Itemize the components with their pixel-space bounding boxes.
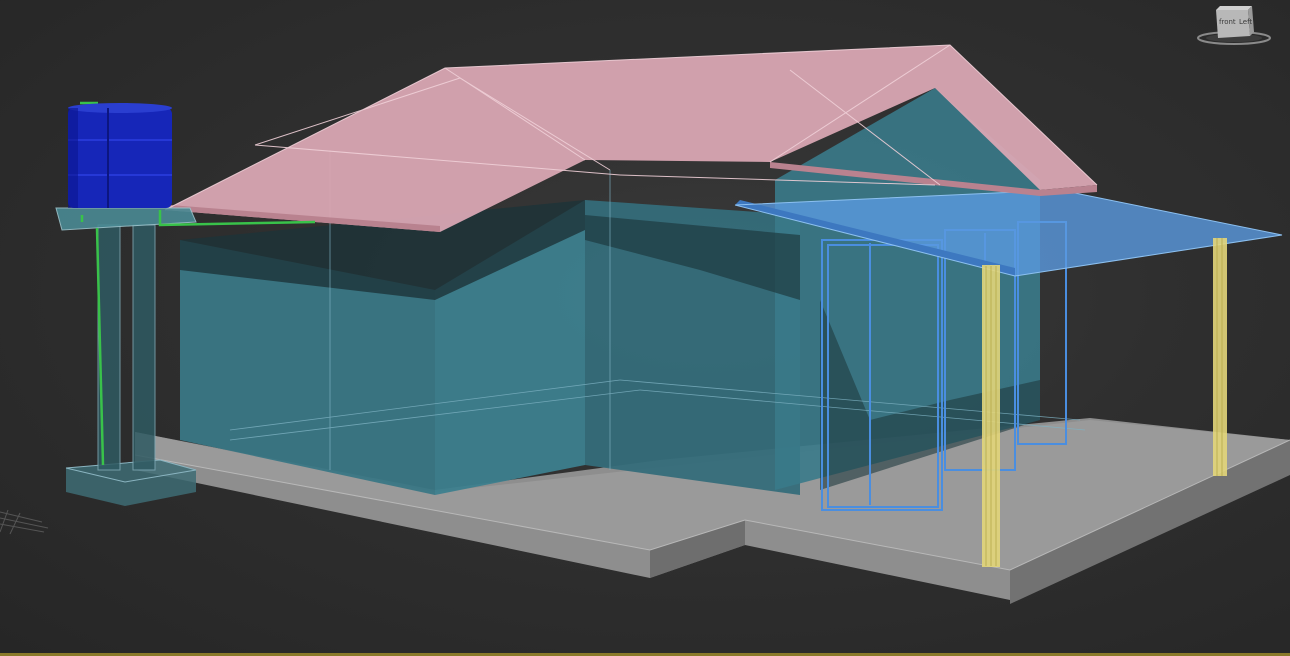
viewcube-front-label: front (1219, 18, 1236, 26)
viewcube-side-label: Left (1239, 18, 1252, 26)
scene-canvas[interactable] (0, 0, 1290, 656)
3d-perspective-viewport[interactable]: front Left (0, 0, 1290, 656)
water-tanks[interactable] (68, 103, 172, 208)
grid-fragment (0, 509, 49, 535)
viewcube-icon[interactable]: front Left (1196, 2, 1272, 48)
